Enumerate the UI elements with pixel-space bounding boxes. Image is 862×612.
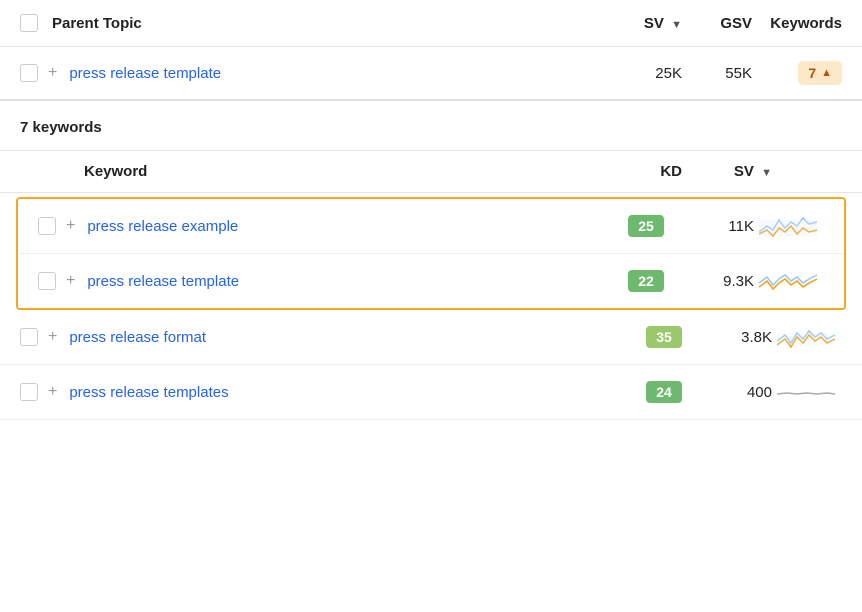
section-label: 7 keywords: [0, 101, 862, 151]
kw-row-0-sv: 11K: [664, 218, 754, 235]
kd-badge-3: 24: [646, 381, 682, 403]
parent-row-checkbox[interactable]: [20, 64, 38, 82]
kw-row-2: + press release format 35 3.8K: [0, 310, 862, 365]
parent-header-row: Parent Topic SV ▼ GSV Keywords: [0, 0, 862, 47]
gsv-column-header: GSV: [682, 15, 752, 32]
kw-sv-sort-icon[interactable]: ▼: [761, 167, 772, 179]
parent-header-checkbox[interactable]: [20, 14, 38, 32]
parent-row-sv: 25K: [602, 65, 682, 82]
kw-row-1-sv: 9.3K: [664, 273, 754, 290]
kw-row-0-checkbox[interactable]: [38, 217, 56, 235]
parent-topic-column-header: Parent Topic: [52, 15, 602, 32]
kd-badge-0: 25: [628, 215, 664, 237]
kw-row-0-plus-icon[interactable]: +: [66, 217, 75, 235]
kw-row-1-kd: 22: [594, 270, 664, 292]
kw-row-1-chart: [754, 267, 824, 295]
kw-row-2-chart: [772, 323, 842, 351]
kd-badge-1: 22: [628, 270, 664, 292]
kd-badge-2: 35: [646, 326, 682, 348]
main-table: Parent Topic SV ▼ GSV Keywords + press r…: [0, 0, 862, 420]
kw-row-1-checkbox[interactable]: [38, 272, 56, 290]
kw-row-1: + press release template 22 9.3K: [18, 254, 844, 308]
keyword-column-header: Keyword: [84, 163, 612, 180]
parent-row-gsv: 55K: [682, 65, 752, 82]
keywords-count: 7: [808, 65, 816, 81]
sv-sort-icon[interactable]: ▼: [671, 19, 682, 31]
kw-row-3-plus-icon[interactable]: +: [48, 383, 57, 401]
kw-row-2-sv: 3.8K: [682, 329, 772, 346]
kw-row-3-checkbox[interactable]: [20, 383, 38, 401]
parent-topic-link[interactable]: press release template: [69, 65, 602, 82]
kw-row-3-sv: 400: [682, 384, 772, 401]
kw-row-0-kd: 25: [594, 215, 664, 237]
kw-row-2-kd: 35: [612, 326, 682, 348]
kw-row-0: + press release example 25 11K: [18, 199, 844, 254]
highlighted-keywords-group: + press release example 25 11K +: [16, 197, 846, 310]
kw-row-1-link[interactable]: press release template: [87, 273, 594, 290]
kw-row-3: + press release templates 24 400: [0, 365, 862, 420]
kw-row-2-checkbox[interactable]: [20, 328, 38, 346]
sparkline-2: [777, 323, 837, 351]
parent-topic-row: + press release template 25K 55K 7 ▲: [0, 47, 862, 101]
keywords-column-header: Keywords: [752, 15, 842, 32]
sparkline-3: [777, 378, 837, 406]
keywords-header-row: Keyword KD SV ▼: [0, 151, 862, 193]
sparkline-0: [759, 212, 819, 240]
keywords-badge-arrow: ▲: [821, 67, 832, 79]
parent-row-keywords: 7 ▲: [752, 61, 842, 85]
keywords-badge[interactable]: 7 ▲: [798, 61, 842, 85]
sparkline-1: [759, 267, 819, 295]
kw-row-0-link[interactable]: press release example: [87, 218, 594, 235]
kw-row-2-link[interactable]: press release format: [69, 329, 612, 346]
kw-sv-column-header: SV ▼: [682, 163, 772, 180]
kd-column-header: KD: [612, 163, 682, 180]
kw-row-0-chart: [754, 212, 824, 240]
parent-row-expand-icon[interactable]: +: [48, 64, 57, 82]
kw-row-3-kd: 24: [612, 381, 682, 403]
kw-row-1-plus-icon[interactable]: +: [66, 272, 75, 290]
highlight-wrapper: + press release example 25 11K +: [0, 193, 862, 310]
kw-row-2-plus-icon[interactable]: +: [48, 328, 57, 346]
kw-row-3-chart: [772, 378, 842, 406]
kw-row-3-link[interactable]: press release templates: [69, 384, 612, 401]
sv-column-header: SV ▼: [602, 15, 682, 32]
